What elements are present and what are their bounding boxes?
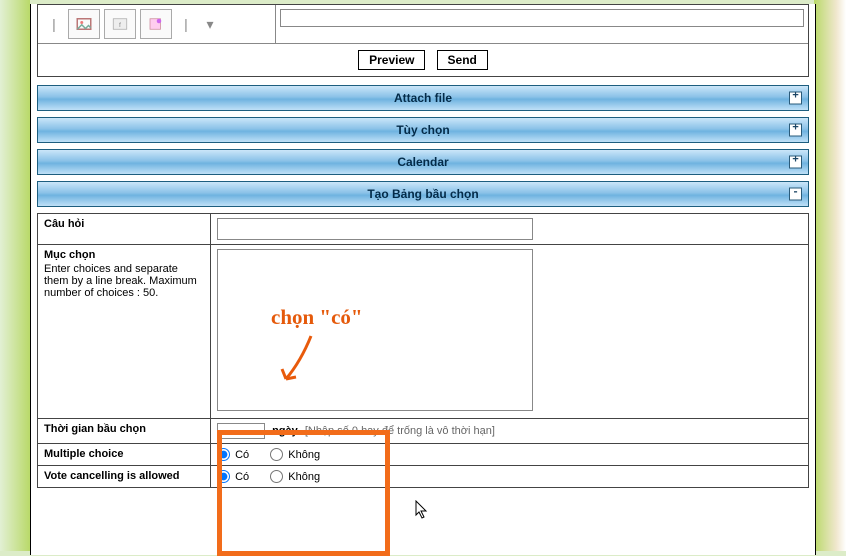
annotation-label: chọn "có" [271, 305, 363, 330]
radio-yes-label: Có [235, 449, 249, 461]
row-multiple-choice: Multiple choice Có Không [38, 444, 809, 466]
row-choices: Mục chọn Enter choices and separate them… [38, 245, 809, 419]
poll-form: Câu hỏi Mục chọn Enter choices and separ… [37, 213, 809, 488]
insert-media-icon[interactable] [140, 9, 172, 39]
editor-toolbar-row: | f | ▾ [38, 5, 808, 44]
accordion-label: Tùy chọn [396, 123, 449, 137]
accordion-attach-file[interactable]: Attach file + [37, 85, 809, 111]
duration-input[interactable] [217, 423, 265, 439]
multi-no-radio[interactable] [270, 448, 283, 461]
choices-hint: Enter choices and separate them by a lin… [44, 263, 204, 299]
cancel-no-radio[interactable] [270, 470, 283, 483]
row-duration: Thời gian bầu chọn ngày [Nhập số 0 hay đ… [38, 419, 809, 444]
svg-text:f: f [119, 22, 121, 29]
accordion-options[interactable]: Tùy chọn + [37, 117, 809, 143]
duration-label: Thời gian bầu chọn [38, 419, 211, 444]
editor-icon-tray: | f | ▾ [38, 5, 276, 43]
accordion-label: Attach file [394, 91, 452, 105]
accordion-calendar[interactable]: Calendar + [37, 149, 809, 175]
collapse-icon[interactable]: - [789, 188, 802, 201]
expand-icon[interactable]: + [789, 156, 802, 169]
row-vote-cancel: Vote cancelling is allowed Có Không [38, 466, 809, 488]
choices-textarea[interactable] [217, 249, 533, 411]
multi-yes-radio[interactable] [217, 448, 230, 461]
radio-no-label: Không [288, 449, 320, 461]
radio-no-label: Không [288, 471, 320, 483]
accordion-label: Tạo Bảng bầu chọn [367, 187, 478, 201]
expand-icon[interactable]: + [789, 92, 802, 105]
divider-icon: | [44, 12, 64, 36]
days-unit-label: ngày [272, 425, 298, 437]
expand-icon[interactable]: + [789, 124, 802, 137]
preview-button[interactable]: Preview [358, 50, 425, 70]
dropdown-caret-icon[interactable]: ▾ [200, 12, 220, 36]
insert-flash-icon[interactable]: f [104, 9, 136, 39]
editor-inline-area[interactable] [280, 9, 804, 27]
duration-note: [Nhập số 0 hay để trống là vô thời hạn] [305, 425, 495, 437]
question-label: Câu hỏi [38, 214, 211, 245]
question-input[interactable] [217, 218, 533, 240]
divider-icon: | [176, 12, 196, 36]
row-question: Câu hỏi [38, 214, 809, 245]
multiple-choice-label: Multiple choice [38, 444, 211, 466]
vote-cancel-label: Vote cancelling is allowed [38, 466, 211, 488]
choices-label: Mục chọn [44, 249, 95, 261]
accordion-poll[interactable]: Tạo Bảng bầu chọn - [37, 181, 809, 207]
radio-yes-label: Có [235, 471, 249, 483]
insert-image-icon[interactable] [68, 9, 100, 39]
cancel-yes-radio[interactable] [217, 470, 230, 483]
accordion-label: Calendar [397, 155, 448, 169]
send-button[interactable]: Send [437, 50, 488, 70]
cursor-icon [415, 500, 429, 520]
